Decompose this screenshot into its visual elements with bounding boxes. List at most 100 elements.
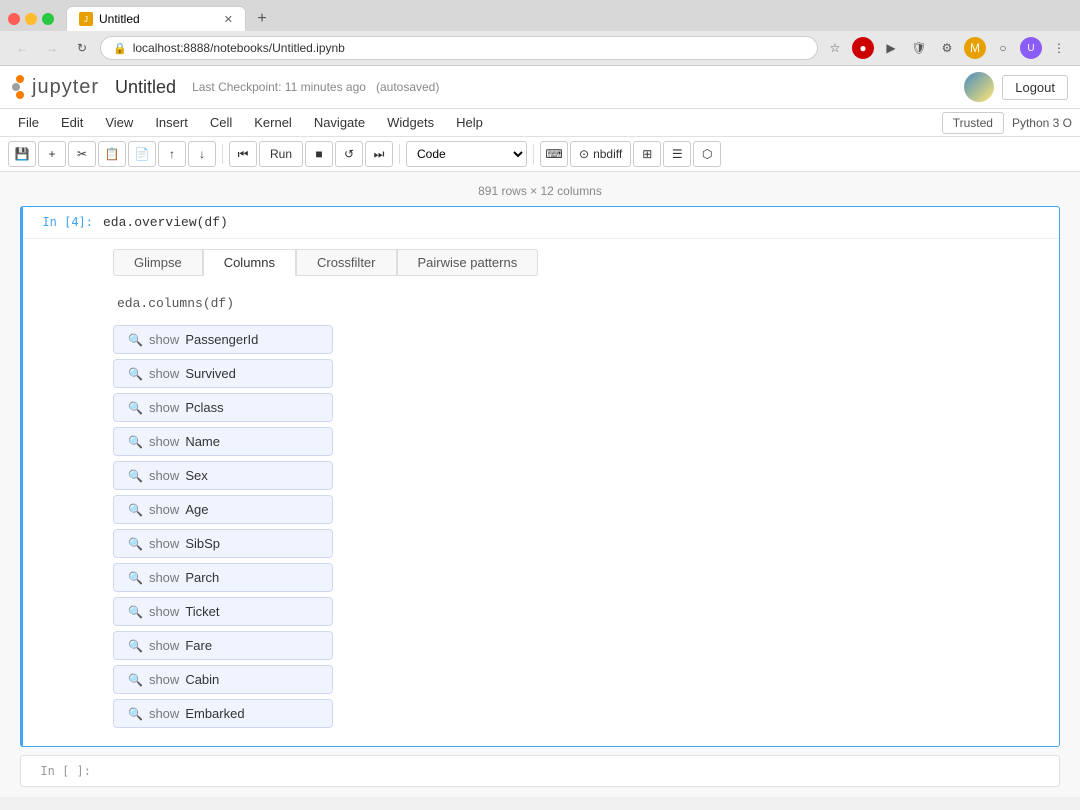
menu-cell[interactable]: Cell [200,111,242,134]
cell-2-prompt: In [ ]: [21,756,101,786]
column-btn-passengerid[interactable]: 🔍 show PassengerId [113,325,333,354]
menu-navigate[interactable]: Navigate [304,111,375,134]
menu-insert[interactable]: Insert [145,111,198,134]
column-btn-fare[interactable]: 🔍 show Fare [113,631,333,660]
show-label-sibsp: show [149,536,179,551]
run-button[interactable]: Run [259,141,303,167]
restart-run-button[interactable]: ⏭ [365,141,393,167]
logout-button[interactable]: Logout [1002,75,1068,100]
maximize-window-btn[interactable] [42,13,54,25]
col-name-fare: Fare [185,638,212,653]
column-btn-survived[interactable]: 🔍 show Survived [113,359,333,388]
column-btn-pclass[interactable]: 🔍 show Pclass [113,393,333,422]
show-label-survived: show [149,366,179,381]
cut-button[interactable]: ✂ [68,141,96,167]
share-button[interactable]: ⬡ [693,141,721,167]
tab-favicon: J [79,12,93,26]
extension-icon-red[interactable]: ● [852,37,874,59]
move-down-button[interactable]: ↓ [188,141,216,167]
columns-content: eda.columns(df) 🔍 show PassengerId 🔍 sho… [113,288,1049,736]
trusted-badge: Trusted [942,112,1004,134]
address-bar: ← → ↻ 🔒 localhost:8888/notebooks/Untitle… [0,31,1080,65]
search-icon-age: 🔍 [128,503,143,517]
show-label-cabin: show [149,672,179,687]
search-icon-name: 🔍 [128,435,143,449]
refresh-button[interactable]: ↻ [70,36,94,60]
restart-button[interactable]: ↺ [335,141,363,167]
grid-button[interactable]: ⊞ [633,141,661,167]
extension-icon-4[interactable]: M [964,37,986,59]
cell-1-input: In [4]: eda.overview(df) [23,207,1059,238]
menu-kernel[interactable]: Kernel [244,111,302,134]
show-label-pclass: show [149,400,179,415]
columns-title: eda.columns(df) [113,296,1049,311]
copy-button[interactable]: 📋 [98,141,126,167]
url-bar[interactable]: 🔒 localhost:8888/notebooks/Untitled.ipyn… [100,36,818,60]
notebook-area: 891 rows × 12 columns In [4]: eda.overvi… [0,172,1080,797]
forward-button[interactable]: → [40,36,64,60]
extension-icon-2[interactable]: 🛡 [908,37,930,59]
tab-glimpse[interactable]: Glimpse [113,249,203,276]
extension-icon-5[interactable]: ○ [992,37,1014,59]
separator-1 [222,144,223,164]
column-btn-cabin[interactable]: 🔍 show Cabin [113,665,333,694]
extension-icon-3[interactable]: ⚙ [936,37,958,59]
browser-tab[interactable]: J Untitled ✕ [66,6,246,31]
column-btn-sibsp[interactable]: 🔍 show SibSp [113,529,333,558]
star-icon[interactable]: ☆ [824,37,846,59]
menu-help[interactable]: Help [446,111,493,134]
show-label-fare: show [149,638,179,653]
cell-1-code[interactable]: eda.overview(df) [103,207,1059,238]
move-up-button[interactable]: ↑ [158,141,186,167]
checkpoint-text: Last Checkpoint: 11 minutes ago (autosav… [192,80,439,94]
column-btn-age[interactable]: 🔍 show Age [113,495,333,524]
minimize-window-btn[interactable] [25,13,37,25]
interrupt-button[interactable]: ■ [305,141,333,167]
lock-icon: 🔒 [113,42,127,55]
tab-close-btn[interactable]: ✕ [224,13,233,26]
column-btn-name[interactable]: 🔍 show Name [113,427,333,456]
cell-2-code[interactable] [101,756,1059,782]
output-tabs: Glimpse Columns Crossfilter Pairwise pat… [113,249,1049,276]
browser-chrome: J Untitled ✕ + ← → ↻ 🔒 localhost:8888/no… [0,0,1080,66]
col-name-passengerid: PassengerId [185,332,258,347]
menu-dots-icon[interactable]: ⋮ [1048,37,1070,59]
extension-icon-1[interactable]: ▶ [880,37,902,59]
search-icon-parch: 🔍 [128,571,143,585]
new-tab-button[interactable]: + [250,7,274,31]
nbdiff-button[interactable]: ⊙ nbdiff [570,141,631,167]
browser-icons: ☆ ● ▶ 🛡 ⚙ M ○ U ⋮ [824,37,1070,59]
search-icon-sibsp: 🔍 [128,537,143,551]
paste-button[interactable]: 📄 [128,141,156,167]
list-button[interactable]: ☰ [663,141,691,167]
column-btn-sex[interactable]: 🔍 show Sex [113,461,333,490]
menu-widgets[interactable]: Widgets [377,111,444,134]
keyboard-button[interactable]: ⌨ [540,141,568,167]
col-name-pclass: Pclass [185,400,223,415]
notebook-title[interactable]: Untitled [115,77,176,98]
back-button[interactable]: ← [10,36,34,60]
tab-columns[interactable]: Columns [203,249,296,276]
menu-view[interactable]: View [95,111,143,134]
jupyter-header: jupyter Untitled Last Checkpoint: 11 min… [0,66,1080,109]
search-icon-survived: 🔍 [128,367,143,381]
add-cell-button[interactable]: + [38,141,66,167]
menu-edit[interactable]: Edit [51,111,93,134]
url-text: localhost:8888/notebooks/Untitled.ipynb [133,41,345,55]
search-icon-embarked: 🔍 [128,707,143,721]
column-btn-embarked[interactable]: 🔍 show Embarked [113,699,333,728]
cell-1-output: Glimpse Columns Crossfilter Pairwise pat… [23,238,1059,746]
col-name-sibsp: SibSp [185,536,220,551]
column-btn-ticket[interactable]: 🔍 show Ticket [113,597,333,626]
menu-file[interactable]: File [8,111,49,134]
save-button[interactable]: 💾 [8,141,36,167]
tab-crossfilter[interactable]: Crossfilter [296,249,397,276]
window-controls [8,13,54,25]
cell-type-select[interactable]: CodeMarkdownRaw NBConvert [406,141,527,167]
skip-to-start-button[interactable]: ⏮ [229,141,257,167]
user-avatar[interactable]: U [1020,37,1042,59]
column-btn-parch[interactable]: 🔍 show Parch [113,563,333,592]
tab-pairwise-patterns[interactable]: Pairwise patterns [397,249,539,276]
close-window-btn[interactable] [8,13,20,25]
show-label-passengerid: show [149,332,179,347]
